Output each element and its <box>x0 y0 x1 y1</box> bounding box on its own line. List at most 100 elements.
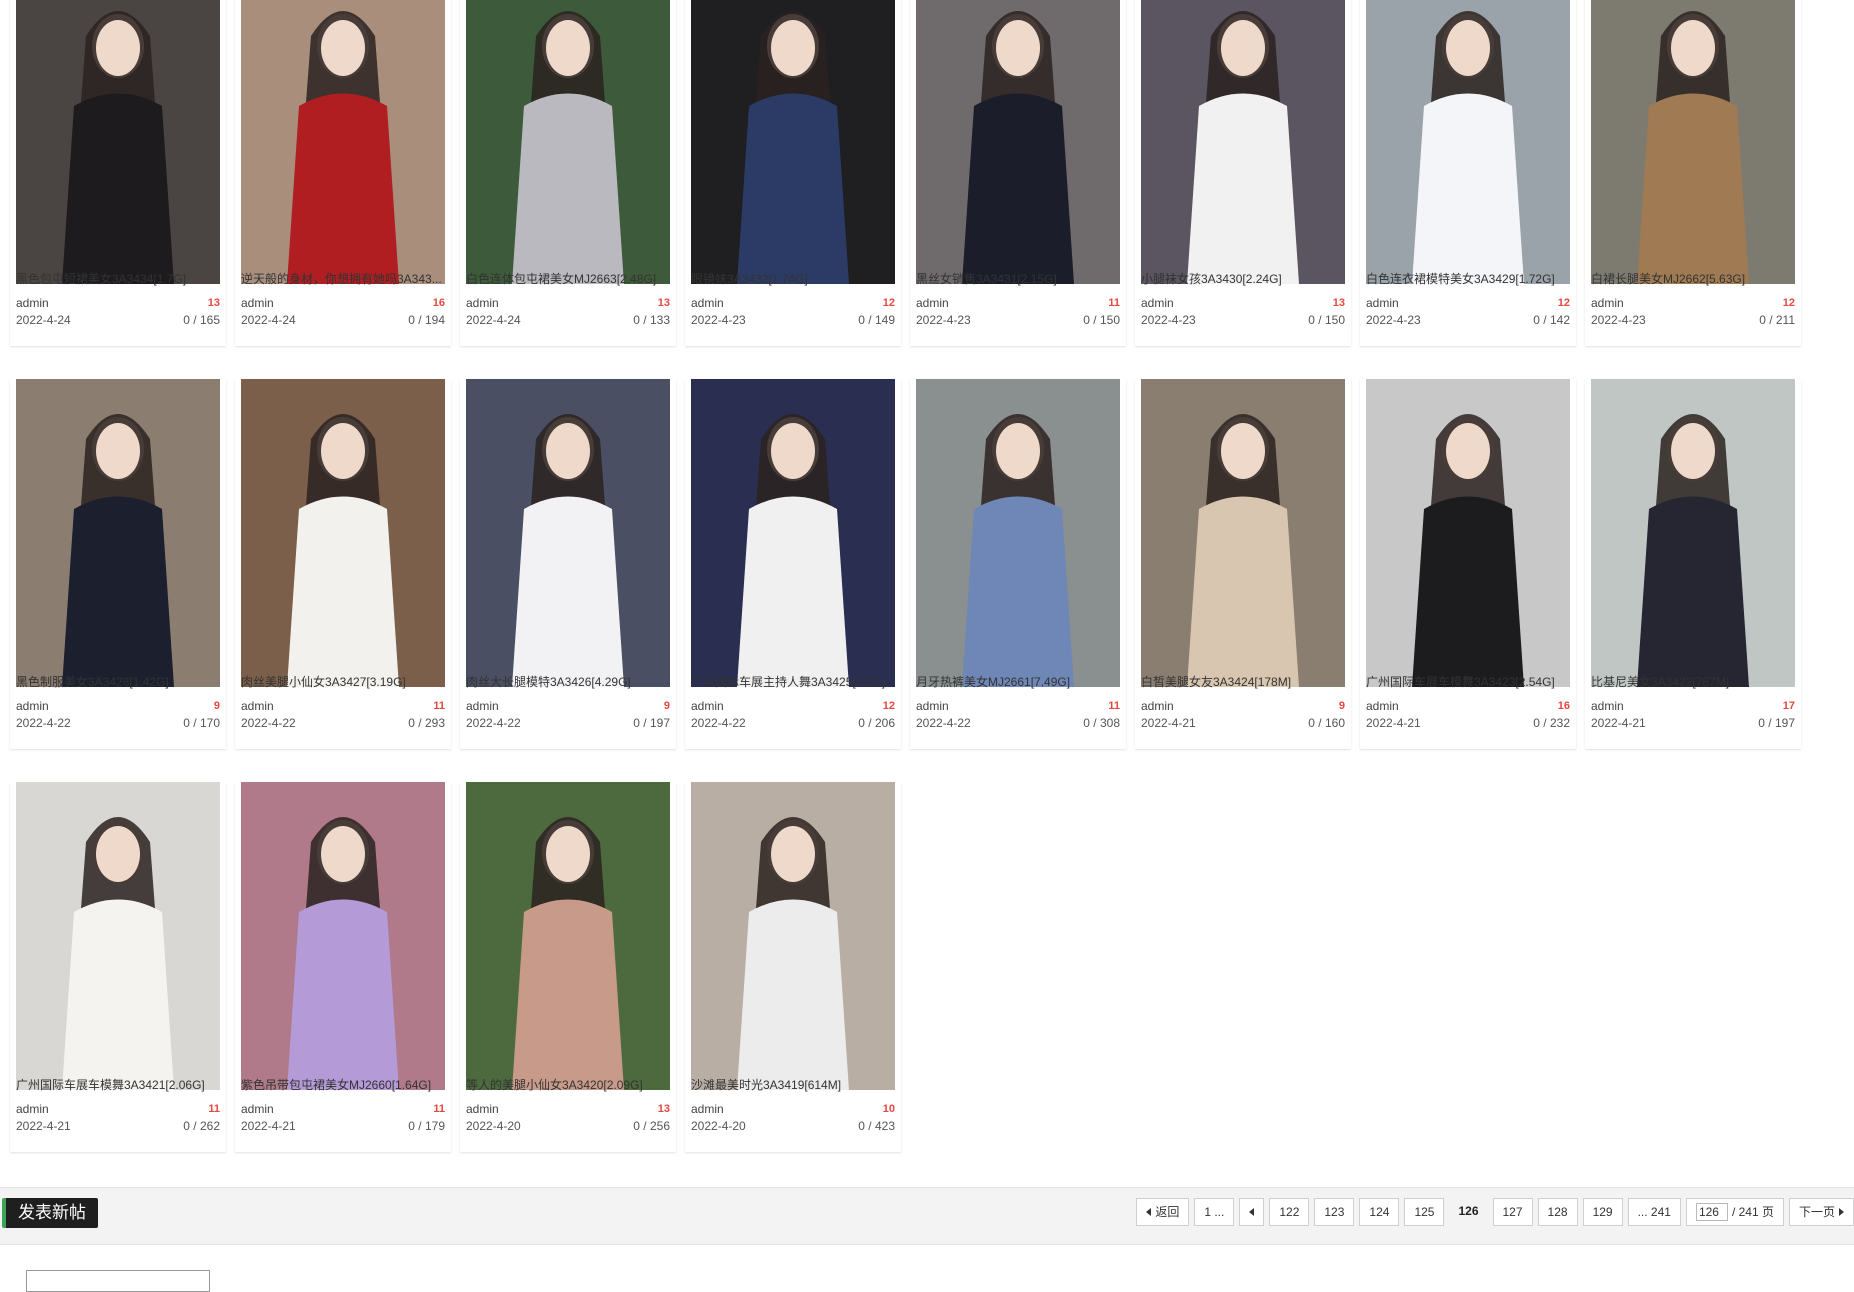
page-link[interactable]: 128 <box>1537 1198 1578 1226</box>
post-title[interactable]: 肉丝大长腿模特3A3426[4.29G] <box>466 675 670 689</box>
post-author[interactable]: admin <box>1591 699 1624 713</box>
post-thumbnail[interactable] <box>916 379 1120 687</box>
post-title[interactable]: 白皙美腿女友3A3424[178M] <box>1141 675 1345 689</box>
post-card[interactable]: 逆天般的身材，你想拥有她吗3A343... admin 16 2022-4-24 0 /… <box>235 0 451 346</box>
post-thumbnail[interactable] <box>466 0 670 284</box>
page-first-link[interactable]: 1 ... <box>1194 1198 1235 1226</box>
post-thumbnail[interactable] <box>16 782 220 1090</box>
post-card[interactable]: 沙滩最美时光3A3419[614M] admin 10 2022-4-20 0 / 42… <box>685 782 901 1152</box>
post-title[interactable]: 紫色吊带包屯裙美女MJ2660[1.64G] <box>241 1078 445 1092</box>
post-title[interactable]: 月牙热裤美女MJ2661[7.49G] <box>916 675 1120 689</box>
page-link[interactable]: 125 <box>1404 1198 1445 1226</box>
post-author[interactable]: admin <box>916 699 949 713</box>
post-author[interactable]: admin <box>916 296 949 310</box>
post-card[interactable]: 比基尼美女3A3422[787M] admin 17 2022-4-21 0 / 197 <box>1585 379 1801 749</box>
post-author[interactable]: admin <box>466 1102 499 1116</box>
post-author[interactable]: admin <box>1141 699 1174 713</box>
post-title[interactable]: 眼镜妹3A3432[1.74G] <box>691 272 895 286</box>
post-author[interactable]: admin <box>241 1102 274 1116</box>
post-title[interactable]: 比基尼美女3A3422[787M] <box>1591 675 1795 689</box>
post-title[interactable]: 广州国际车展车模舞3A3423[2.54G] <box>1366 675 1570 689</box>
post-author[interactable]: admin <box>466 699 499 713</box>
page-link[interactable]: 123 <box>1314 1198 1355 1226</box>
post-card[interactable]: 眼镜妹3A3432[1.74G] admin 12 2022-4-23 0 / 149 <box>685 0 901 346</box>
post-thumbnail[interactable] <box>1366 0 1570 284</box>
post-card[interactable]: 黑丝女销售3A3431[2.15G] admin 11 2022-4-23 0 / 15… <box>910 0 1126 346</box>
post-stats-row: 2022-4-23 0 / 211 <box>1591 313 1795 327</box>
back-button[interactable]: 返回 <box>1136 1198 1190 1226</box>
post-title[interactable]: 广州国际车展主持人舞3A3425[2.3G] <box>691 675 895 689</box>
post-card[interactable]: 广州国际车展车模舞3A3421[2.06G] admin 11 2022-4-21 0 … <box>10 782 226 1152</box>
prev-page-button[interactable] <box>1239 1198 1265 1226</box>
page-link[interactable]: 124 <box>1359 1198 1400 1226</box>
post-card[interactable]: 广州国际车展车模舞3A3423[2.54G] admin 16 2022-4-21 0 … <box>1360 379 1576 749</box>
post-card[interactable]: 月牙热裤美女MJ2661[7.49G] admin 11 2022-4-22 0 / 3… <box>910 379 1126 749</box>
post-thumbnail[interactable] <box>1366 379 1570 687</box>
post-title[interactable]: 白色连衣裙模特美女3A3429[1.72G] <box>1366 272 1570 286</box>
post-author[interactable]: admin <box>16 1102 49 1116</box>
post-author[interactable]: admin <box>16 296 49 310</box>
post-title[interactable]: 小腿袜女孩3A3430[2.24G] <box>1141 272 1345 286</box>
post-replies-views: 0 / 206 <box>858 716 895 730</box>
post-author[interactable]: admin <box>1591 296 1624 310</box>
post-title[interactable]: 广州国际车展车模舞3A3421[2.06G] <box>16 1078 220 1092</box>
post-author[interactable]: admin <box>241 699 274 713</box>
post-author[interactable]: admin <box>691 1102 724 1116</box>
post-card[interactable]: 白皙美腿女友3A3424[178M] admin 9 2022-4-21 0 / 160 <box>1135 379 1351 749</box>
post-title[interactable]: 黑色包屯短裙美女3A3434[1.7G] <box>16 272 220 286</box>
page-link[interactable]: 122 <box>1269 1198 1310 1226</box>
post-title[interactable]: 黑色制服美女3A3428[1.42G] <box>16 675 220 689</box>
post-card[interactable]: 等人的美腿小仙女3A3420[2.09G] admin 13 2022-4-20 0 /… <box>460 782 676 1152</box>
post-author[interactable]: admin <box>466 296 499 310</box>
page-last-link[interactable]: ... 241 <box>1627 1198 1681 1226</box>
post-card[interactable]: 黑色包屯短裙美女3A3434[1.7G] admin 13 2022-4-24 0 / … <box>10 0 226 346</box>
post-author[interactable]: admin <box>691 296 724 310</box>
post-title[interactable]: 白色连体包屯裙美女MJ2663[2.48G] <box>466 272 670 286</box>
post-author[interactable]: admin <box>1366 699 1399 713</box>
post-thumbnail[interactable] <box>466 379 670 687</box>
page-link[interactable]: 129 <box>1582 1198 1623 1226</box>
post-thumbnail[interactable] <box>466 782 670 1090</box>
post-thumbnail[interactable] <box>16 379 220 687</box>
post-title[interactable]: 黑丝女销售3A3431[2.15G] <box>916 272 1120 286</box>
post-thumbnail[interactable] <box>241 0 445 284</box>
post-thumbnail[interactable] <box>691 0 895 284</box>
post-author[interactable]: admin <box>1141 296 1174 310</box>
post-card[interactable]: 白色连体包屯裙美女MJ2663[2.48G] admin 13 2022-4-24 0 … <box>460 0 676 346</box>
post-card[interactable]: 小腿袜女孩3A3430[2.24G] admin 13 2022-4-23 0 / 15… <box>1135 0 1351 346</box>
new-post-button[interactable]: 发表新帖 <box>2 1198 98 1228</box>
post-author[interactable]: admin <box>16 699 49 713</box>
post-card[interactable]: 白色连衣裙模特美女3A3429[1.72G] admin 12 2022-4-23 0 … <box>1360 0 1576 346</box>
post-card[interactable]: 肉丝美腿小仙女3A3427[3.19G] admin 11 2022-4-22 0 / … <box>235 379 451 749</box>
post-thumbnail[interactable] <box>691 782 895 1090</box>
next-page-button[interactable]: 下一页 <box>1788 1198 1854 1226</box>
post-title[interactable]: 白裙长腿美女MJ2662[5.63G] <box>1591 272 1795 286</box>
post-card[interactable]: 黑色制服美女3A3428[1.42G] admin 9 2022-4-22 0 / 17… <box>10 379 226 749</box>
post-author[interactable]: admin <box>691 699 724 713</box>
post-thumbnail[interactable] <box>1141 379 1345 687</box>
post-thumbnail[interactable] <box>241 782 445 1090</box>
post-card[interactable]: 白裙长腿美女MJ2662[5.63G] admin 12 2022-4-23 0 / 2… <box>1585 0 1801 346</box>
post-card[interactable]: 广州国际车展主持人舞3A3425[2.3G] admin 12 2022-4-22 0 … <box>685 379 901 749</box>
arrow-left-icon <box>1249 1208 1255 1216</box>
post-thumbnail[interactable] <box>16 0 220 284</box>
post-title[interactable]: 沙滩最美时光3A3419[614M] <box>691 1078 895 1092</box>
post-author[interactable]: admin <box>1366 296 1399 310</box>
page-jump-input[interactable] <box>1695 1203 1728 1221</box>
post-thumbnail[interactable] <box>916 0 1120 284</box>
post-card[interactable]: 肉丝大长腿模特3A3426[4.29G] admin 9 2022-4-22 0 / 1… <box>460 379 676 749</box>
post-author[interactable]: admin <box>241 296 274 310</box>
post-title[interactable]: 肉丝美腿小仙女3A3427[3.19G] <box>241 675 445 689</box>
post-stats-row: 2022-4-23 0 / 142 <box>1366 313 1570 327</box>
post-thumbnail[interactable] <box>241 379 445 687</box>
post-thumbnail[interactable] <box>1591 379 1795 687</box>
post-thumbnail[interactable] <box>691 379 895 687</box>
page-link[interactable]: 127 <box>1492 1198 1533 1226</box>
footer-search-box[interactable] <box>26 1270 210 1292</box>
post-thumbnail[interactable] <box>1141 0 1345 284</box>
post-meta-row: admin 16 <box>1366 699 1570 713</box>
post-card[interactable]: 紫色吊带包屯裙美女MJ2660[1.64G] admin 11 2022-4-21 0 … <box>235 782 451 1152</box>
post-title[interactable]: 逆天般的身材，你想拥有她吗3A343... <box>241 272 445 286</box>
post-thumbnail[interactable] <box>1591 0 1795 284</box>
post-title[interactable]: 等人的美腿小仙女3A3420[2.09G] <box>466 1078 670 1092</box>
